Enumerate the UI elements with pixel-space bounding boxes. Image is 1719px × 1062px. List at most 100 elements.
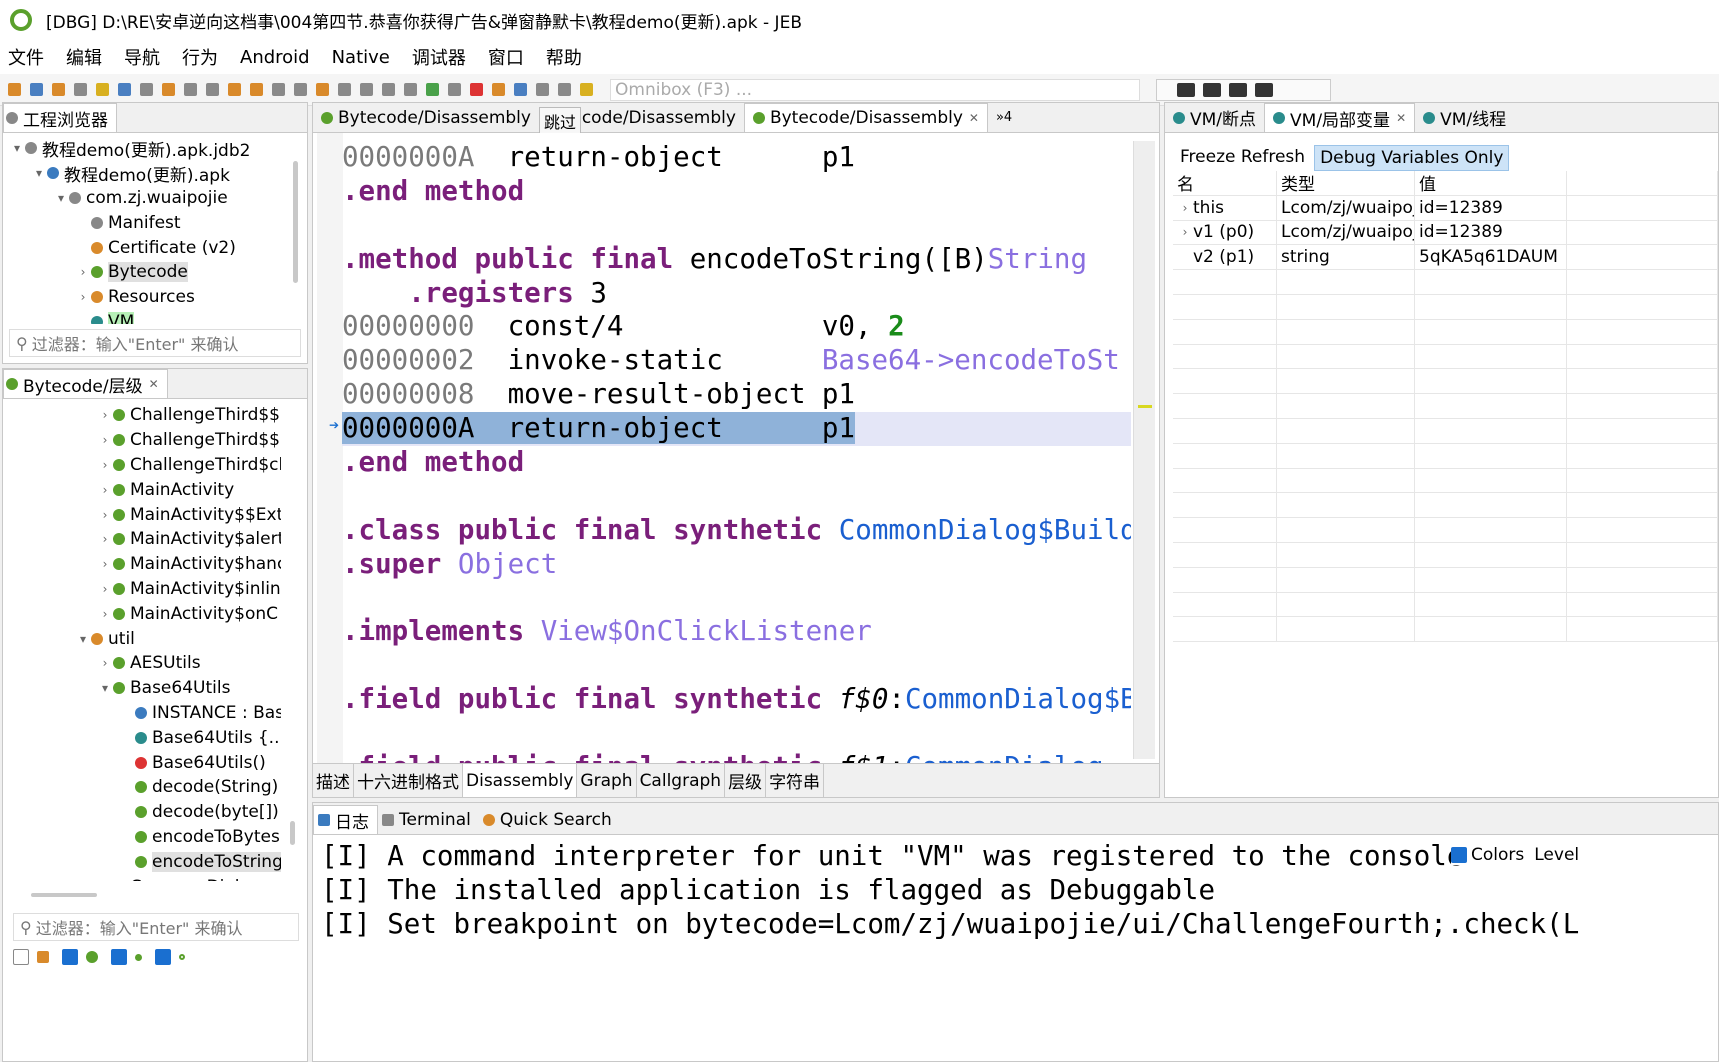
close-icon[interactable]: ✕ [149,377,159,391]
save-icon[interactable] [30,83,43,96]
step-over-icon[interactable] [514,83,527,96]
tab-log[interactable]: 日志 [313,805,378,834]
hierarchy-tree-item[interactable]: › MainActivity$alert [3,527,281,552]
freeze-refresh-button[interactable]: Freeze Refresh [1177,145,1308,171]
project-tree-item[interactable]: VM [3,310,307,324]
option-checkbox[interactable] [13,949,29,965]
option-checkbox[interactable] [155,949,171,965]
hierarchy-tree-item[interactable]: decode(byte[]) [3,800,281,825]
grid-icon[interactable] [316,83,329,96]
hierarchy-tree-item[interactable]: › AESUtils [3,651,281,676]
editor-view-tab[interactable]: 描述 [313,764,354,797]
expand-arrow-icon[interactable]: ▾ [53,191,69,205]
tab-bytecode-hierarchy[interactable]: Bytecode/层级 ✕ [3,369,168,398]
project-tree-item[interactable]: Manifest [3,210,307,235]
expand-arrow-icon[interactable]: ▾ [31,166,47,180]
project-tree-item[interactable]: ▾ com.zj.wuaipojie [3,186,307,211]
close-icon[interactable]: ✕ [969,111,979,125]
graph-icon[interactable] [360,83,373,96]
hierarchy-hscrollbar[interactable] [31,893,97,897]
expand-arrow-icon[interactable]: › [97,557,113,571]
tool-icon[interactable] [74,83,87,96]
stop-icon[interactable] [470,83,483,96]
expand-arrow-icon[interactable]: › [97,458,113,472]
tab-vm-threads[interactable]: VM/线程 [1415,103,1515,132]
expand-arrow-icon[interactable]: ▾ [97,681,113,695]
expand-arrow-icon[interactable]: › [1177,201,1193,215]
column-header[interactable] [1567,171,1718,195]
hierarchy-tree-item[interactable]: › MainActivity$onC [3,601,281,626]
hierarchy-tree-item[interactable]: › ChallengeThird$$ [3,403,281,428]
plugin-icon[interactable] [580,83,593,96]
menu-item[interactable]: 导航 [124,44,160,70]
menu-item[interactable]: 编辑 [66,44,102,70]
step-into-icon[interactable] [492,83,505,96]
project-tree-item[interactable]: › Bytecode [3,260,307,285]
editor-view-tab[interactable]: Disassembly [463,764,578,797]
jump-icon[interactable] [140,83,153,96]
tab-quick-search[interactable]: Quick Search [478,805,620,834]
hierarchy-tree-item[interactable]: › MainActivity$hanc [3,552,281,577]
tab-project-explorer[interactable]: 工程浏览器 [3,103,117,132]
expand-arrow-icon[interactable]: › [97,483,113,497]
refresh-icon[interactable] [228,83,241,96]
hierarchy-tree-item[interactable]: Base64Utils() [3,750,281,775]
comment-icon[interactable] [250,83,263,96]
overview-ruler[interactable] [1133,141,1155,759]
hierarchy-icon[interactable] [382,83,395,96]
colors-checkbox[interactable] [1451,847,1467,863]
android-icon[interactable] [1203,82,1221,97]
expand-arrow-icon[interactable]: › [75,290,91,304]
project-tree-item[interactable]: › Resources [3,285,307,310]
notification-icon[interactable] [96,83,109,96]
expand-arrow-icon[interactable]: › [1177,225,1193,239]
tab-disassembly-2[interactable]: Bytecode/Disassembly 跳过 [538,103,744,135]
back-icon[interactable] [184,83,197,96]
column-header[interactable]: 名 [1173,171,1277,195]
export-icon[interactable] [162,83,175,96]
editor-view-tab[interactable]: 层级 [725,764,767,797]
open-icon[interactable] [8,83,21,96]
option-checkbox[interactable] [62,949,78,965]
project-tree-item[interactable]: ▾ 教程demo(更新).apk [3,161,307,186]
hierarchy-tree-item[interactable]: › MainActivity$$Ext [3,502,281,527]
expand-arrow-icon[interactable]: › [97,880,113,881]
expand-arrow-icon[interactable]: › [97,508,113,522]
expand-arrow-icon[interactable]: ▾ [9,141,25,155]
menu-item[interactable]: 帮助 [546,44,582,70]
expand-arrow-icon[interactable]: › [97,607,113,621]
table-row[interactable]: › this Lcom/zj/wuaipoj id=12389 [1173,195,1718,221]
tab-overflow[interactable]: »4 [987,103,1021,132]
editor-view-tab[interactable]: 十六进制格式 [354,764,463,797]
hierarchy-tree-item[interactable]: ▾ Base64Utils [3,676,281,701]
wrench-icon[interactable] [52,83,65,96]
project-filter-input[interactable]: ⚲ 过滤器：输入"Enter" 来确认 [9,329,301,357]
hierarchy-tree-item[interactable]: › CommonDialog [3,874,281,881]
hierarchy-tree-item[interactable]: encodeToBytes [3,825,281,850]
expand-arrow-icon[interactable]: › [97,582,113,596]
expand-arrow-icon[interactable]: › [97,532,113,546]
tab-terminal[interactable]: Terminal [378,805,479,834]
close-icon[interactable]: ✕ [1396,111,1406,125]
hierarchy-filter-input[interactable]: ⚲ 过滤器：输入"Enter" 来确认 [13,913,299,941]
run-icon[interactable] [426,83,439,96]
layout-icon[interactable] [1177,82,1195,97]
menu-item[interactable]: Android [240,47,310,68]
hierarchy-tree-item[interactable]: › MainActivity$inlin [3,577,281,602]
pause-icon[interactable] [448,83,461,96]
project-tree-item[interactable]: ▾ 教程demo(更新).apk.jdb2 [3,136,307,161]
structure-icon[interactable] [338,83,351,96]
pencil-icon[interactable] [272,83,285,96]
project-scrollbar[interactable] [293,161,298,283]
note-icon[interactable] [294,83,307,96]
code-area[interactable]: ➔ 0000000A return-object p1 .end method .m… [313,133,1159,783]
forward-icon[interactable] [206,83,219,96]
menu-item[interactable]: Native [332,47,390,68]
expand-arrow-icon[interactable]: › [75,265,91,279]
menu-item[interactable]: 窗口 [488,44,524,70]
hierarchy-vscrollbar[interactable] [290,821,295,845]
expand-arrow-icon[interactable]: › [97,656,113,670]
menu-item[interactable]: 行为 [182,44,218,70]
hierarchy-tree-item[interactable]: › MainActivity [3,477,281,502]
editor-view-tab[interactable]: Graph [577,764,637,797]
